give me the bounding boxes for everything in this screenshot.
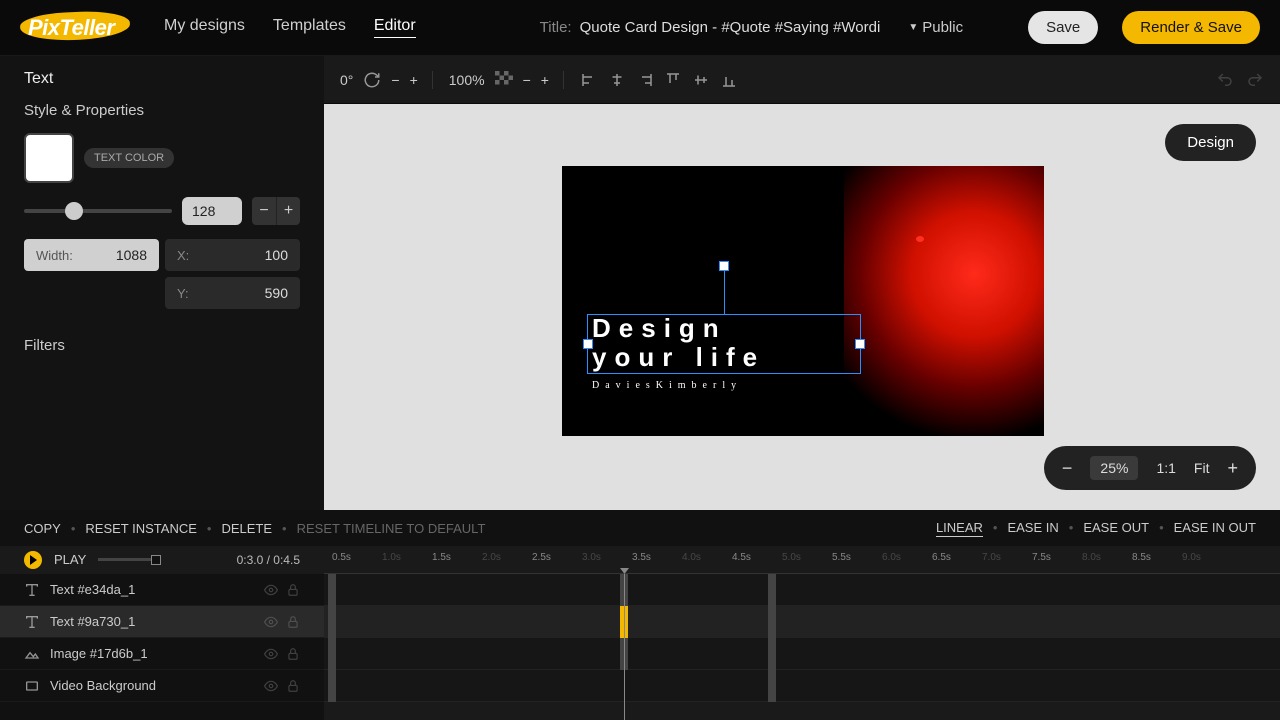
play-button[interactable]	[24, 551, 42, 569]
undo-icon[interactable]	[1216, 71, 1234, 89]
reset-timeline-button[interactable]: RESET TIMELINE TO DEFAULT	[297, 521, 486, 536]
design-canvas[interactable]: Design your life DaviesKimberly	[562, 166, 1044, 436]
opacity-plus[interactable]: +	[541, 72, 549, 88]
layer-row[interactable]: Video Background	[0, 670, 324, 702]
redo-icon[interactable]	[1246, 71, 1264, 89]
ease-in[interactable]: EASE IN	[1007, 520, 1058, 537]
selection-box[interactable]	[587, 314, 861, 374]
title-label: Title:	[540, 19, 572, 36]
y-field[interactable]: Y:590	[165, 277, 300, 309]
text-color-badge: TEXT COLOR	[84, 148, 174, 168]
lock-icon[interactable]	[286, 583, 300, 597]
lock-icon[interactable]	[286, 615, 300, 629]
align-top-icon[interactable]	[664, 71, 682, 89]
resize-handle-left[interactable]	[583, 339, 593, 349]
ease-out[interactable]: EASE OUT	[1083, 520, 1149, 537]
title-input[interactable]: Quote Card Design - #Quote #Saying #Word…	[580, 19, 881, 36]
rotation-plus[interactable]: +	[410, 72, 418, 88]
render-save-button[interactable]: Render & Save	[1122, 11, 1260, 44]
logo[interactable]: PixTeller	[20, 8, 140, 48]
track-row[interactable]	[324, 606, 1280, 638]
nav-templates[interactable]: Templates	[273, 17, 346, 38]
zoom-out-button[interactable]: −	[1062, 458, 1073, 479]
canvas-author-text[interactable]: DaviesKimberly	[592, 380, 742, 391]
rotate-handle[interactable]	[719, 261, 729, 271]
delete-button[interactable]: DELETE	[221, 521, 272, 536]
zoom-value[interactable]: 25%	[1090, 456, 1138, 480]
visibility-icon[interactable]	[264, 615, 278, 629]
playhead[interactable]	[624, 574, 625, 720]
align-left-icon[interactable]	[580, 71, 598, 89]
size-value[interactable]: 128	[182, 197, 242, 225]
visibility-icon[interactable]	[264, 647, 278, 661]
visibility-dropdown[interactable]: ▼ Public	[908, 19, 963, 36]
rotation-minus[interactable]: −	[391, 72, 399, 88]
align-right-icon[interactable]	[636, 71, 654, 89]
resize-handle-right[interactable]	[855, 339, 865, 349]
duration-slider[interactable]	[98, 558, 158, 561]
top-bar: PixTeller My designs Templates Editor Ti…	[0, 0, 1280, 56]
rotation-value[interactable]: 0°	[340, 72, 353, 88]
ease-in-out[interactable]: EASE IN OUT	[1174, 520, 1256, 537]
layer-row[interactable]: Text #9a730_1	[0, 606, 324, 638]
reset-instance-button[interactable]: RESET INSTANCE	[85, 521, 196, 536]
align-center-v-icon[interactable]	[692, 71, 710, 89]
zoom-controls: − 25% 1:1 Fit +	[1044, 446, 1256, 490]
editor-toolbar: 0° − + 100% − +	[324, 56, 1280, 104]
copy-button[interactable]: COPY	[24, 521, 61, 536]
nav-my-designs[interactable]: My designs	[164, 17, 245, 38]
nav-editor[interactable]: Editor	[374, 17, 416, 38]
align-center-h-icon[interactable]	[608, 71, 626, 89]
track-row[interactable]	[324, 574, 1280, 606]
timeline-actions: COPY• RESET INSTANCE• DELETE• RESET TIME…	[0, 510, 1280, 546]
layers-panel: PLAY 0:3.0 / 0:4.5 Text #e34da_1Text #9a…	[0, 546, 324, 720]
properties-sidebar: Text Style & Properties TEXT COLOR 128 −…	[0, 56, 324, 510]
time-display: 0:3.0 / 0:4.5	[237, 553, 300, 567]
canvas-viewport[interactable]: Design Design your life DaviesKimberly −…	[324, 104, 1280, 510]
align-bottom-icon[interactable]	[720, 71, 738, 89]
layer-row[interactable]: Image #17d6b_1	[0, 638, 324, 670]
text-section-header[interactable]: Text	[24, 70, 300, 88]
zoom-fit-button[interactable]: Fit	[1194, 460, 1210, 476]
time-ruler[interactable]: 0.5s1.0s1.5s2.0s2.5s3.0s3.5s4.0s4.5s5.0s…	[324, 546, 1280, 574]
filters-section[interactable]: Filters	[24, 337, 300, 354]
transparency-icon	[495, 71, 513, 89]
size-slider[interactable]	[24, 209, 172, 213]
opacity-minus[interactable]: −	[523, 72, 531, 88]
zoom-ratio-button[interactable]: 1:1	[1156, 460, 1175, 476]
layer-row[interactable]: Text #e34da_1	[0, 574, 324, 606]
size-minus[interactable]: −	[252, 197, 276, 225]
ease-linear[interactable]: LINEAR	[936, 520, 983, 537]
x-field[interactable]: X:100	[165, 239, 300, 271]
zoom-in-button[interactable]: +	[1227, 458, 1238, 479]
timeline-tracks[interactable]: 0.5s1.0s1.5s2.0s2.5s3.0s3.5s4.0s4.5s5.0s…	[324, 546, 1280, 720]
opacity-value[interactable]: 100%	[449, 72, 485, 88]
style-section-header: Style & Properties	[24, 102, 300, 119]
text-color-swatch[interactable]	[24, 133, 74, 183]
design-mode-button[interactable]: Design	[1165, 124, 1256, 161]
visibility-icon[interactable]	[264, 679, 278, 693]
canvas-image	[844, 166, 1044, 436]
rotate-icon[interactable]	[363, 71, 381, 89]
title-area: Title: Quote Card Design - #Quote #Sayin…	[540, 19, 1004, 36]
lock-icon[interactable]	[286, 679, 300, 693]
size-plus[interactable]: +	[276, 197, 300, 225]
visibility-icon[interactable]	[264, 583, 278, 597]
canvas-area: 0° − + 100% − +	[324, 56, 1280, 510]
track-row[interactable]	[324, 670, 1280, 702]
save-button[interactable]: Save	[1028, 11, 1098, 44]
timeline-panel: COPY• RESET INSTANCE• DELETE• RESET TIME…	[0, 510, 1280, 720]
main-nav: My designs Templates Editor	[164, 17, 416, 38]
width-field[interactable]: Width:1088	[24, 239, 159, 271]
track-row[interactable]	[324, 638, 1280, 670]
play-label: PLAY	[54, 552, 86, 567]
lock-icon[interactable]	[286, 647, 300, 661]
